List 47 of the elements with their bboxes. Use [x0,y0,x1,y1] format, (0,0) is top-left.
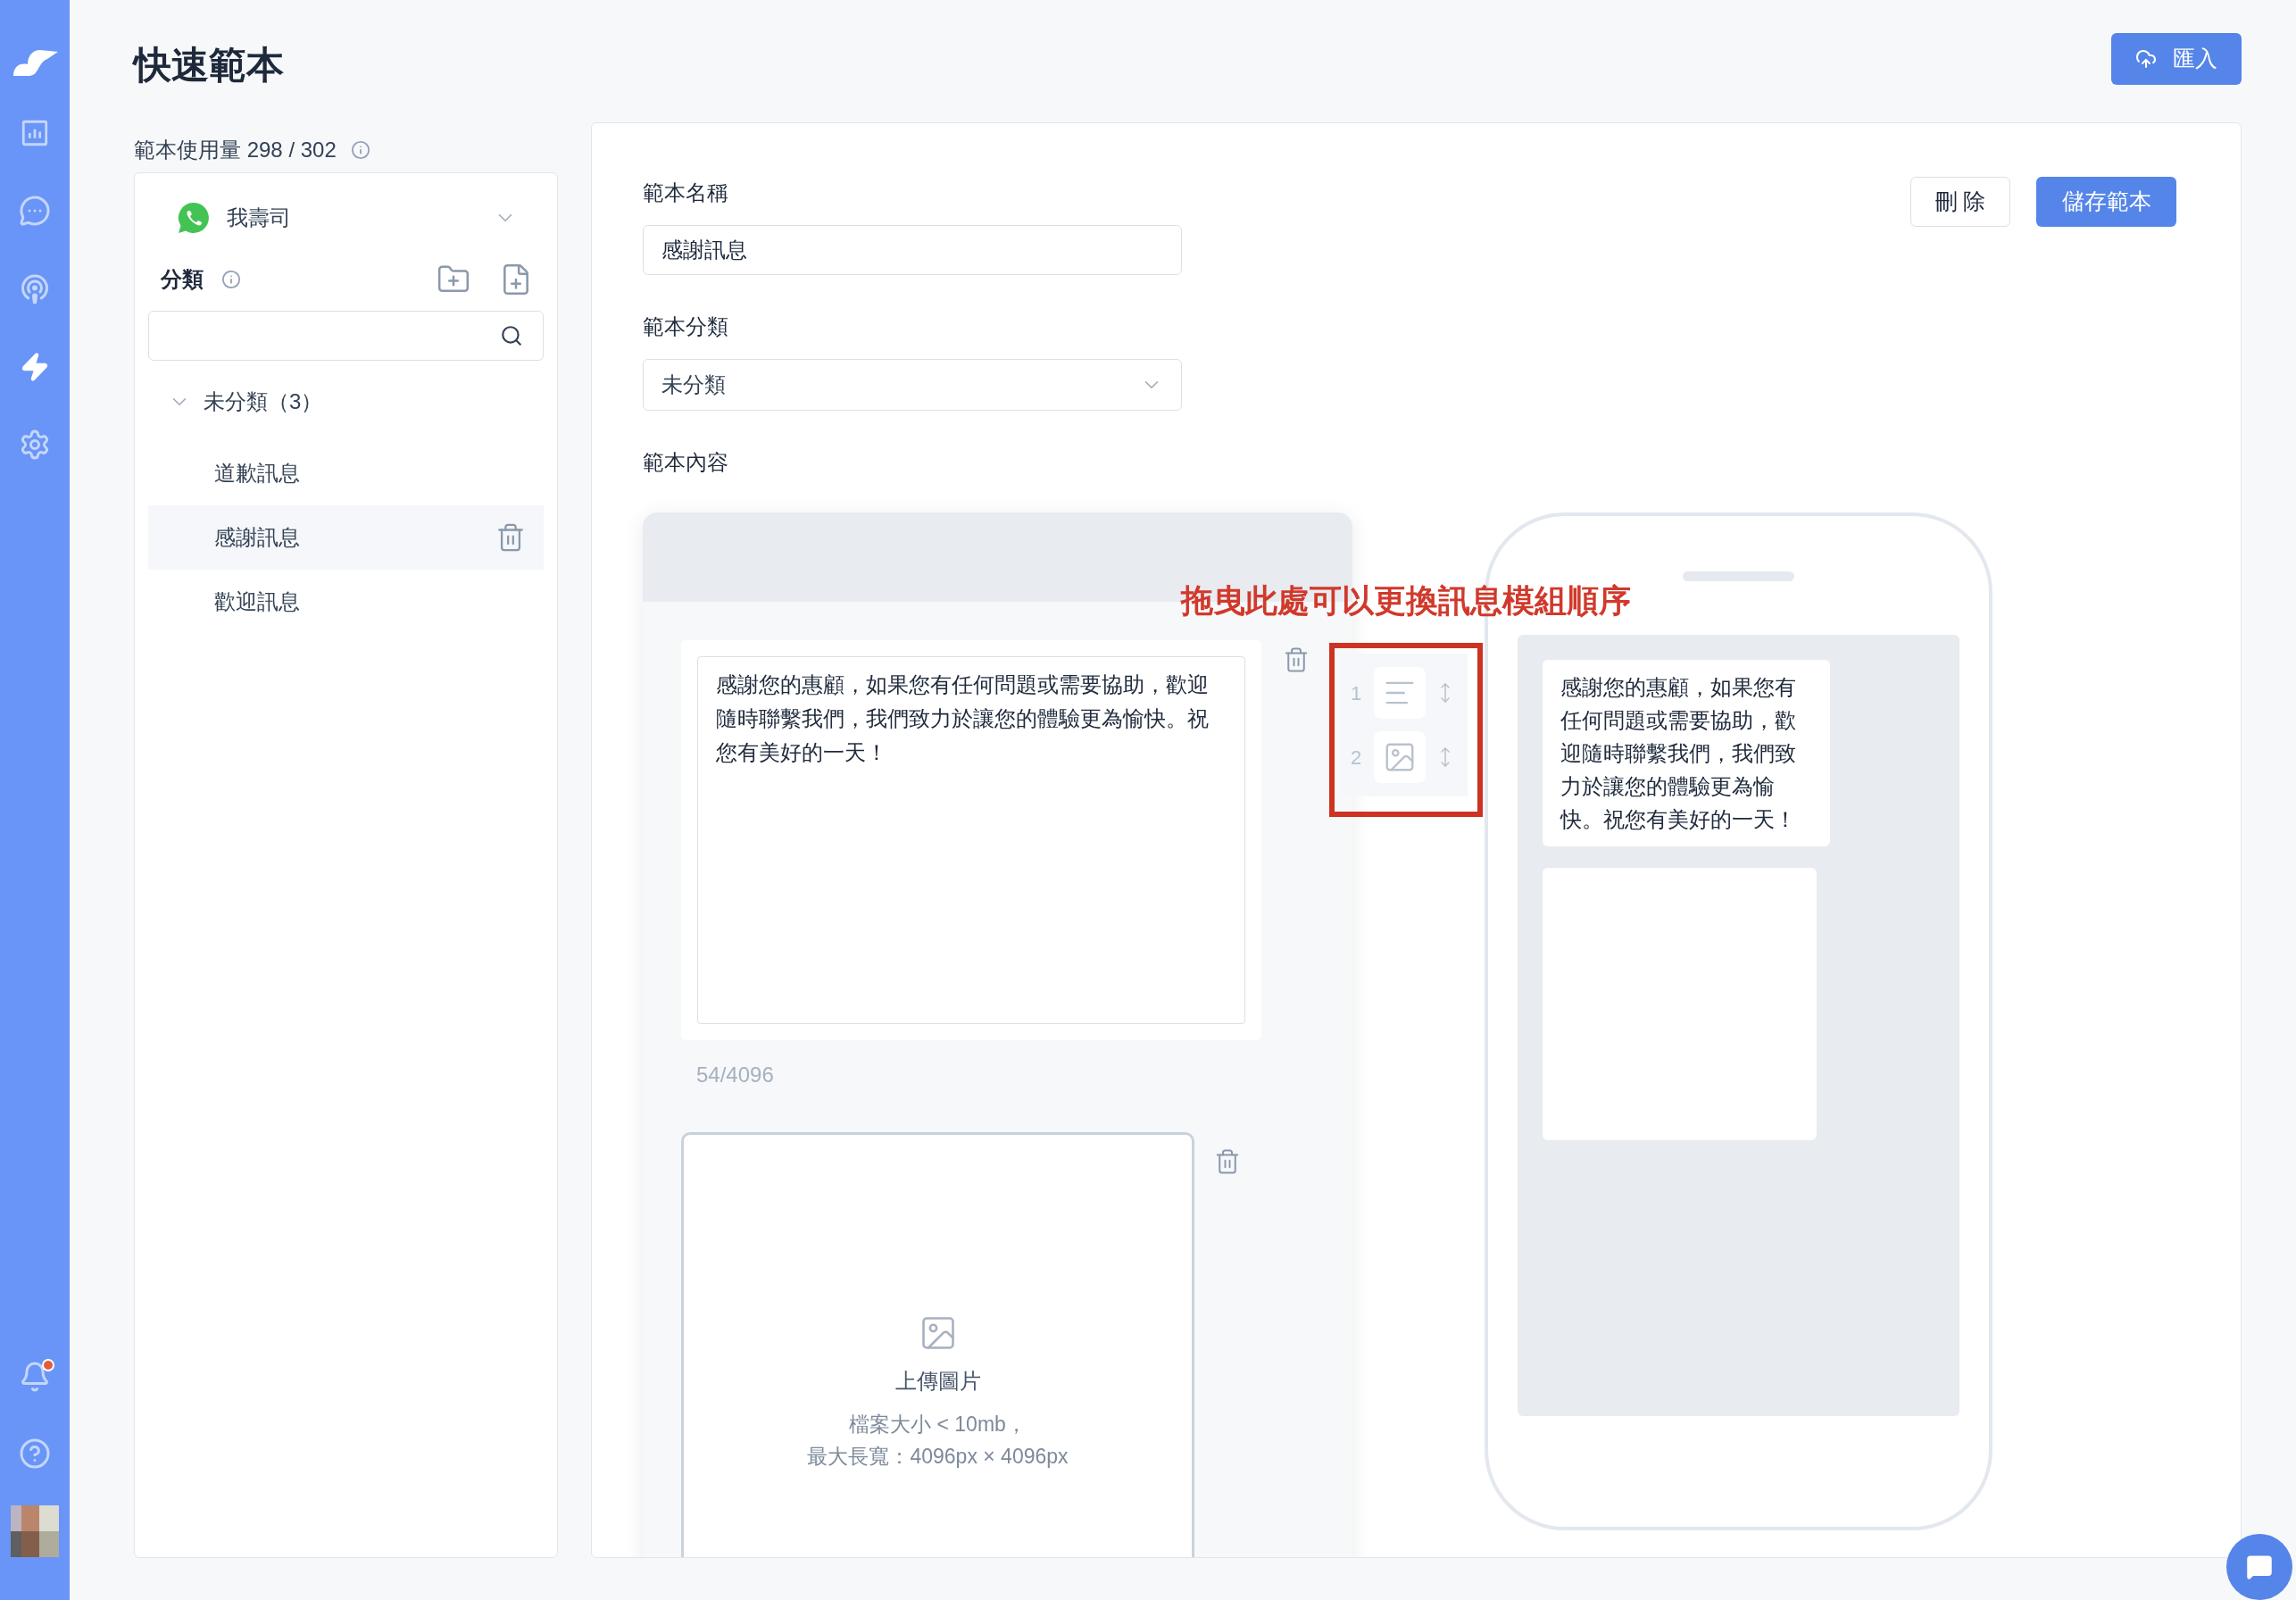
character-counter: 54/4096 [696,1062,774,1088]
template-name: 歡迎訊息 [214,588,300,615]
folder-label[interactable]: 未分類（3） [204,386,323,418]
usage-text: 範本使用量 298 / 302 [134,137,337,163]
template-name: 道歉訊息 [214,460,300,487]
info-icon[interactable] [350,140,370,160]
trash-icon[interactable] [495,522,526,553]
tree-folder[interactable]: 未分類（3） [148,377,544,427]
cloud-upload-icon [2135,47,2157,70]
page-title: 快速範本 [134,43,284,88]
info-icon[interactable] [221,270,241,289]
template-item[interactable]: 感謝訊息 [148,505,544,570]
field-label: 範本分類 [643,313,729,340]
trash-icon[interactable] [1214,1148,1241,1175]
chart-icon[interactable] [20,118,50,148]
template-item[interactable]: 道歉訊息 [148,441,544,505]
name-input[interactable]: 感謝訊息 [643,225,1182,275]
search-field[interactable] [148,311,544,361]
message-textarea[interactable]: 感謝您的惠顧，如果您有任何問題或需要協助，歡迎隨時聯繫我們，我們致力於讓您的體驗更為愉快。祝您有美好的一天！ [697,656,1245,1024]
field-label: 範本名稱 [643,179,729,206]
help-icon[interactable] [19,1438,51,1470]
template-item[interactable]: 歡迎訊息 [148,570,544,634]
upload-hint: 最大長寬：4096px × 4096px [807,1444,1069,1470]
broadcast-icon[interactable] [19,273,51,305]
import-button[interactable]: 匯入 [2111,32,2242,85]
speech-bubble-icon [2246,1554,2273,1580]
category-heading: 分類 [161,266,204,293]
delete-button[interactable]: 刪 除 [1910,177,2010,227]
message-bubble: 感謝您的惠顧，如果您有任何問題或需要協助，歡迎隨時聯繫我們，我們致力於讓您的體驗更為愉快。祝您有美好的一天！ [1543,660,1830,846]
template-name: 感謝訊息 [214,524,300,551]
annotation-text: 拖曳此處可以更換訊息模組順序 [1181,581,1631,621]
chat-logo-icon [177,201,211,235]
settings-icon[interactable] [19,429,51,461]
bell-icon[interactable] [19,1361,51,1393]
save-button[interactable]: 儲存範本 [2036,177,2176,227]
order-number: 2 [1351,745,1363,771]
search-icon[interactable] [500,324,523,347]
image-upload-area[interactable]: 上傳圖片 檔案大小 < 10mb， 最大長寬：4096px × 4096px [681,1132,1194,1557]
trash-icon[interactable] [1283,646,1310,673]
chat-icon[interactable] [19,195,51,227]
lightning-icon[interactable] [20,352,50,382]
order-number: 1 [1351,680,1363,706]
upload-hint: 檔案大小 < 10mb， [849,1412,1027,1438]
category-select[interactable]: 未分類 [643,359,1182,411]
channel-name[interactable]: 我壽司 [227,202,291,234]
field-label: 範本內容 [643,449,729,476]
upload-title: 上傳圖片 [894,1368,981,1395]
